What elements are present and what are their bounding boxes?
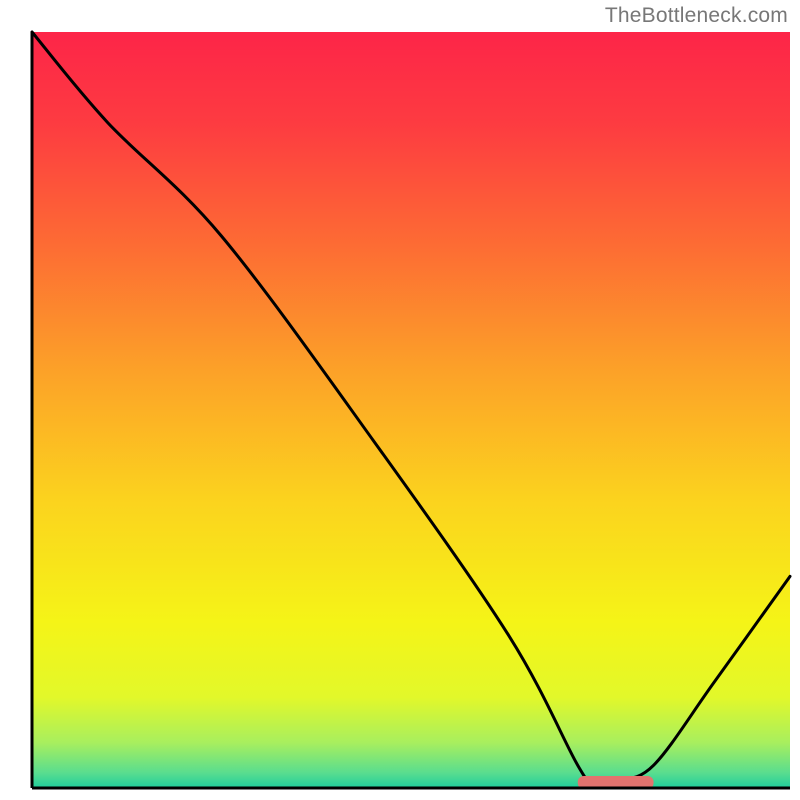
gradient-background: [32, 32, 790, 788]
bottleneck-chart: TheBottleneck.com: [0, 0, 800, 800]
chart-svg: [0, 0, 800, 800]
watermark-text: TheBottleneck.com: [605, 4, 788, 28]
